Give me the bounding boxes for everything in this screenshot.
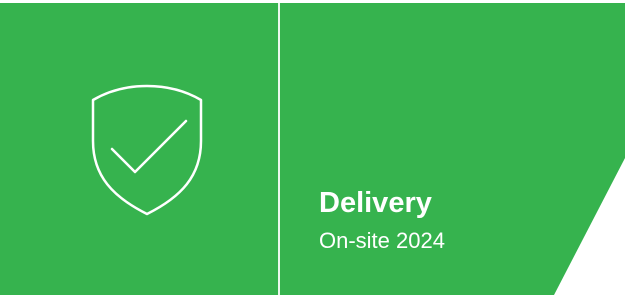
vertical-divider — [278, 3, 280, 295]
shield-check-icon — [91, 84, 203, 216]
delivery-title: Delivery — [319, 187, 432, 219]
delivery-banner: Delivery On-site 2024 — [0, 0, 625, 295]
delivery-text: Delivery On-site 2024 — [319, 184, 445, 256]
delivery-subtitle: On-site 2024 — [319, 228, 445, 253]
